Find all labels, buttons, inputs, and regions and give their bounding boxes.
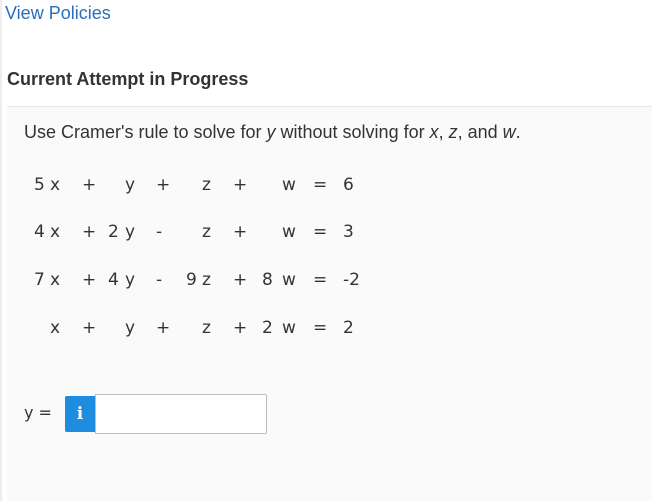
- left-edge-divider: [0, 0, 2, 501]
- answer-label: y =: [24, 403, 52, 422]
- equation-1-rhs: 6: [343, 175, 354, 195]
- equation-4-op-1: +: [82, 318, 97, 338]
- equation-3-coef-y: 4: [108, 270, 119, 290]
- prompt-text: without solving for: [275, 122, 430, 142]
- question-prompt: Use Cramer's rule to solve for y without…: [24, 122, 521, 143]
- equation-3-coef-w: 8: [262, 270, 273, 290]
- equation-2-coef-x: 4: [34, 222, 45, 242]
- equation-4-var-x: x: [50, 318, 61, 338]
- equation-3-op-1: +: [82, 270, 97, 290]
- equation-4-var-w: w: [282, 318, 296, 338]
- equation-1-var-y: y: [125, 175, 136, 195]
- equation-3-op-3: +: [233, 270, 248, 290]
- info-button[interactable]: i: [65, 396, 95, 432]
- equation-3-var-w: w: [282, 270, 296, 290]
- equation-3-rhs: -2: [343, 270, 360, 290]
- prompt-text: ,: [438, 122, 449, 142]
- equation-4-coef-w: 2: [262, 318, 273, 338]
- equation-1-equals: =: [313, 175, 328, 195]
- equation-4-op-3: +: [233, 318, 248, 338]
- equation-2-op-3: +: [233, 222, 248, 242]
- prompt-text: Use Cramer's rule to solve for: [24, 122, 267, 142]
- equation-3-var-z: z: [202, 270, 211, 290]
- equation-3-var-x: x: [50, 270, 61, 290]
- equation-3-coef-z: 9: [186, 270, 197, 290]
- equation-2-rhs: 3: [343, 222, 354, 242]
- info-icon: i: [76, 404, 84, 424]
- equation-4-equals: =: [313, 318, 328, 338]
- equation-4-var-y: y: [125, 318, 136, 338]
- equation-1-op-3: +: [233, 175, 248, 195]
- equation-3-op-2: -: [156, 270, 163, 290]
- equation-2-equals: =: [313, 222, 328, 242]
- prompt-text: , and: [457, 122, 503, 142]
- equation-1-var-w: w: [282, 175, 296, 195]
- equation-3-var-y: y: [125, 270, 136, 290]
- prompt-variable-x: x: [429, 122, 439, 142]
- prompt-text: .: [515, 122, 521, 142]
- equation-3-equals: =: [313, 270, 328, 290]
- equation-4-op-2: +: [156, 318, 171, 338]
- prompt-variable-z: z: [448, 122, 458, 142]
- answer-input[interactable]: [95, 394, 267, 434]
- equation-2-op-1: +: [82, 222, 97, 242]
- equation-2-var-z: z: [202, 222, 211, 242]
- equation-4-rhs: 2: [343, 318, 354, 338]
- question-panel: [7, 107, 652, 501]
- section-title: Current Attempt in Progress: [7, 69, 249, 89]
- equation-1-var-x: x: [50, 175, 61, 195]
- equation-2-var-x: x: [50, 222, 61, 242]
- equation-1-op-2: +: [156, 175, 171, 195]
- equation-1-op-1: +: [82, 175, 97, 195]
- equation-2-var-w: w: [282, 222, 296, 242]
- equation-1-var-z: z: [202, 175, 211, 195]
- equation-2-var-y: y: [125, 222, 136, 242]
- prompt-variable-y: y: [266, 122, 276, 142]
- equation-4-var-z: z: [202, 318, 211, 338]
- equation-2-coef-y: 2: [108, 222, 119, 242]
- equation-2-op-2: -: [156, 222, 163, 242]
- equation-1-coef-x: 5: [34, 175, 45, 195]
- prompt-variable-w: w: [502, 122, 516, 142]
- equation-3-coef-x: 7: [34, 270, 45, 290]
- view-policies-link[interactable]: View Policies: [5, 3, 111, 24]
